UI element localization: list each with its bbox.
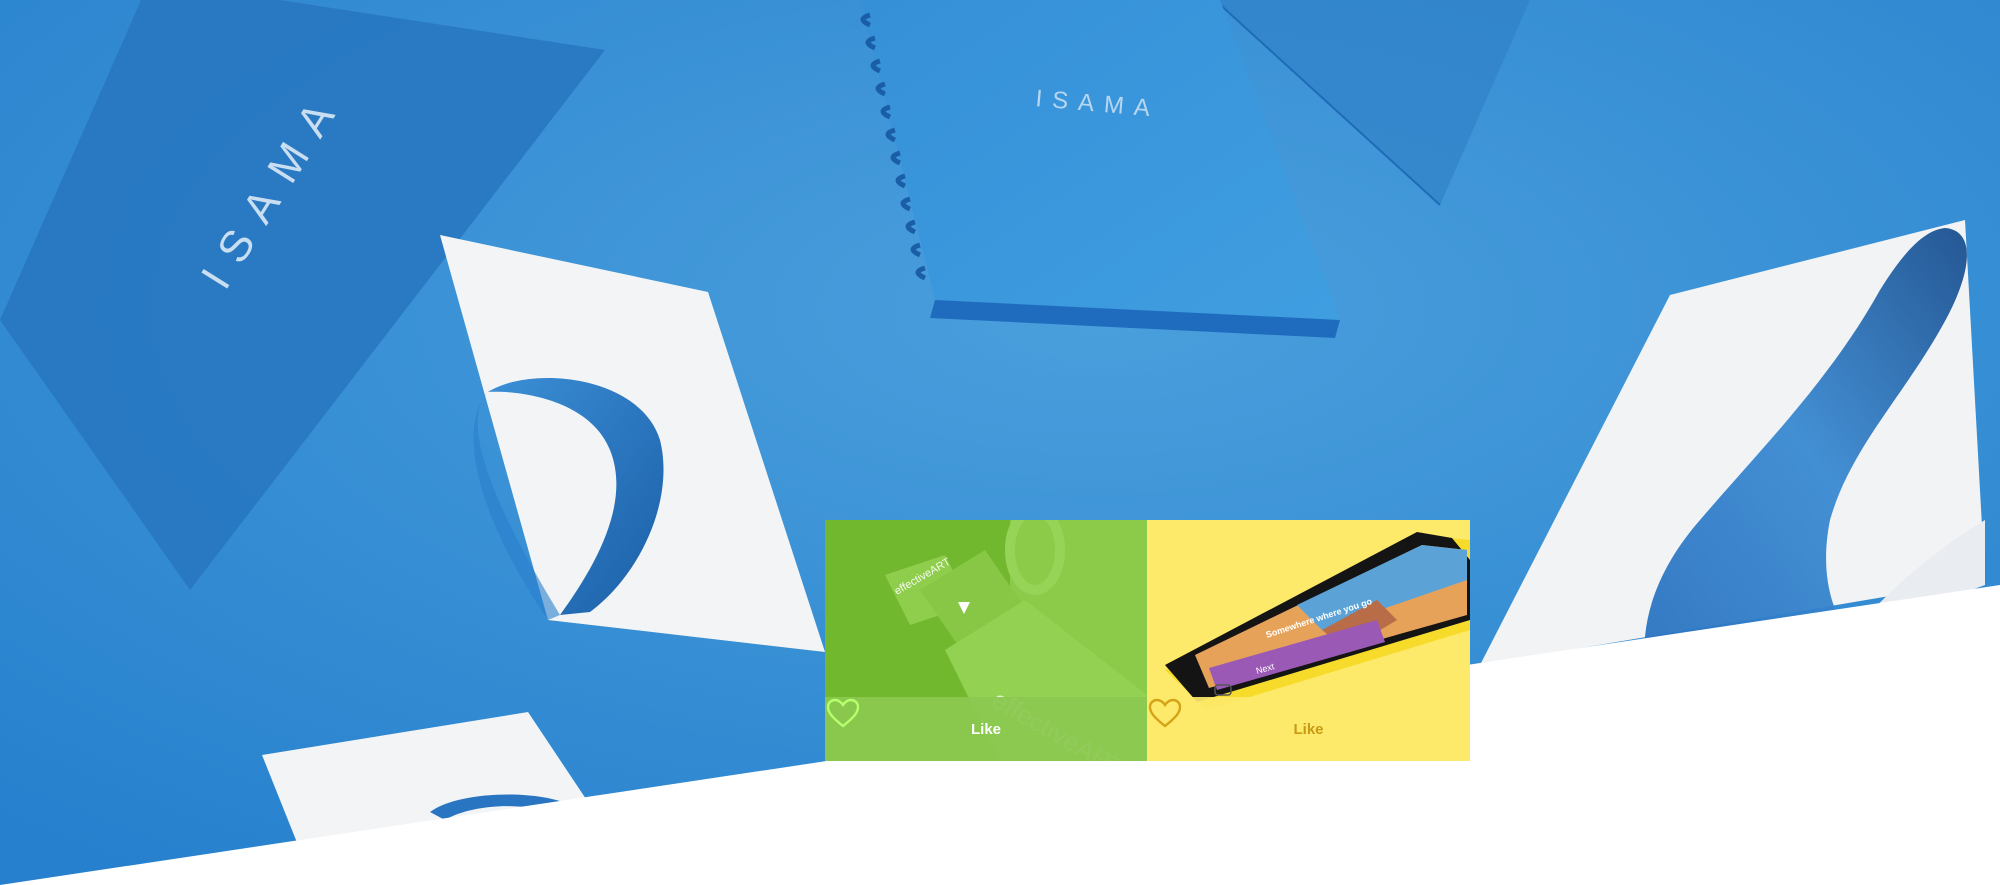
like-label-yellow: Like: [1293, 720, 1324, 738]
heart-icon: [1148, 698, 1182, 728]
portfolio-cards: effectiveART effectiveART Like: [825, 520, 1470, 761]
like-button-green[interactable]: Like: [825, 697, 1147, 761]
like-button-yellow[interactable]: Like: [1147, 697, 1470, 761]
portfolio-card-green[interactable]: effectiveART effectiveART Like: [825, 520, 1147, 761]
portfolio-card-yellow[interactable]: Somewhere where you go Next Like: [1147, 520, 1470, 761]
page: ISAMA ISAMA effectiveART Like Somewhere …: [0, 0, 2000, 885]
like-label-green: Like: [970, 720, 1001, 738]
heart-icon: [826, 698, 860, 728]
